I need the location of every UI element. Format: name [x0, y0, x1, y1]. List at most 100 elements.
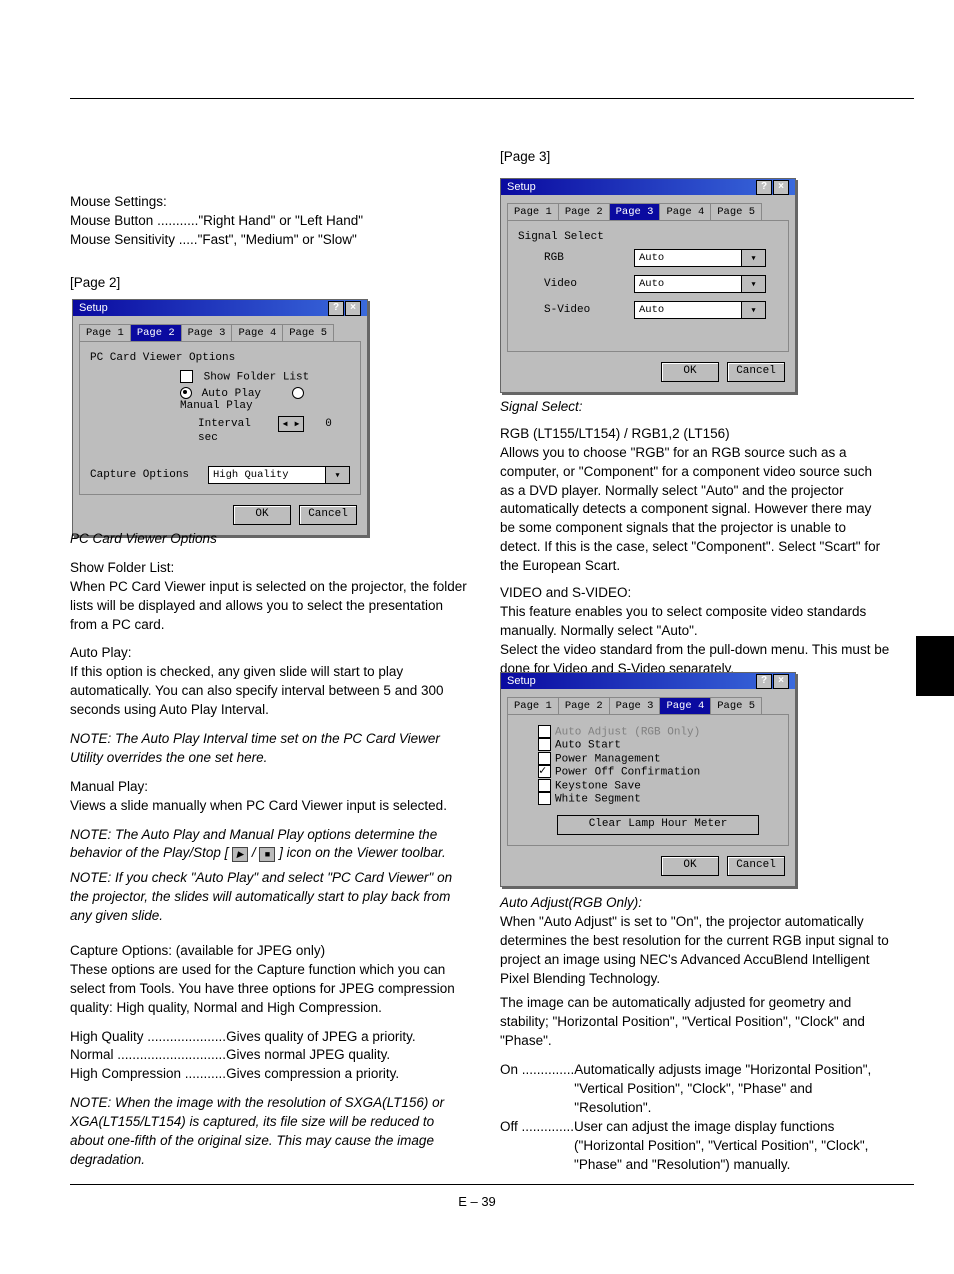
poc-row: Power Off Confirmation — [538, 765, 778, 778]
combo-value: Auto — [635, 252, 741, 264]
help-icon[interactable]: ? — [328, 301, 344, 316]
dropdown-icon: ▾ — [325, 467, 349, 483]
capture-para: These options are used for the Capture f… — [70, 961, 470, 1018]
video-combo[interactable]: Auto ▾ — [634, 275, 766, 293]
def-row: High Compression ........... Gives compr… — [70, 1065, 470, 1084]
auto-adjust-para: When "Auto Adjust" is set to "On", the p… — [500, 913, 890, 989]
checkbox-auto-start[interactable] — [538, 738, 551, 751]
spin-left-icon[interactable]: ◀ — [279, 417, 291, 431]
show-folder-para: When PC Card Viewer input is selected on… — [70, 578, 470, 635]
dropdown-icon: ▾ — [741, 250, 765, 266]
svideo-combo[interactable]: Auto ▾ — [634, 301, 766, 319]
tab-page3[interactable]: Page 3 — [181, 324, 233, 341]
ok-button[interactable]: OK — [233, 505, 291, 525]
dots: ..................... — [144, 1028, 227, 1047]
right-text-aa: Auto Adjust(RGB Only): When "Auto Adjust… — [500, 894, 890, 1174]
ok-button[interactable]: OK — [661, 362, 719, 382]
tab-page5[interactable]: Page 5 — [710, 697, 762, 714]
checkbox-auto-adjust[interactable] — [538, 725, 551, 738]
dots: ........... — [153, 212, 198, 231]
pm-row: Power Management — [538, 752, 778, 765]
cancel-button[interactable]: Cancel — [727, 856, 785, 876]
nm-label: Normal — [70, 1046, 114, 1065]
note-2: NOTE: The Auto Play and Manual Play opti… — [70, 826, 470, 864]
tab-page3[interactable]: Page 3 — [609, 203, 661, 220]
tab-page2[interactable]: Page 2 — [130, 324, 182, 341]
radio-auto-play[interactable] — [180, 387, 192, 399]
nm-val: Gives normal JPEG quality. — [226, 1046, 390, 1065]
tab-page1[interactable]: Page 1 — [79, 324, 131, 341]
auto-adjust-label: Auto Adjust (RGB Only) — [555, 726, 700, 738]
mouse-button-label: Mouse Button — [70, 212, 153, 231]
interval-unit: sec — [198, 432, 218, 444]
def-row: Mouse Button ........... "Right Hand" or… — [70, 212, 470, 231]
tab-page4[interactable]: Page 4 — [659, 203, 711, 220]
auto-adjust-para2: The image can be automatically adjusted … — [500, 994, 890, 1051]
mouse-button-val: "Right Hand" or "Left Hand" — [198, 212, 363, 231]
left-column: Mouse Settings: Mouse Button ...........… — [70, 193, 470, 293]
help-icon[interactable]: ? — [756, 674, 772, 689]
stop-icon: ■ — [259, 847, 275, 862]
note-4: NOTE: When the image with the resolution… — [70, 1094, 470, 1170]
video-label: Video — [544, 278, 634, 290]
tab-page3[interactable]: Page 3 — [609, 697, 661, 714]
dots: ............................. — [114, 1046, 227, 1065]
auto-play-label: Auto Play — [202, 388, 261, 400]
checkbox-white-segment[interactable] — [538, 792, 551, 805]
combo-value: High Quality — [209, 469, 325, 481]
close-icon[interactable]: × — [773, 180, 789, 195]
tabset: Page 1 Page 2 Page 3 Page 4 Page 5 — [501, 689, 795, 714]
dialog-title: Setup — [507, 179, 536, 195]
clear-lamp-button[interactable]: Clear Lamp Hour Meter — [557, 815, 759, 835]
pc-card-options-label: PC Card Viewer Options — [90, 352, 350, 364]
tab-page2[interactable]: Page 2 — [558, 697, 610, 714]
side-tab — [916, 636, 954, 696]
hc-label: High Compression — [70, 1065, 181, 1084]
dropdown-icon: ▾ — [741, 276, 765, 292]
rgb-para: Allows you to choose "RGB" for an RGB so… — [500, 444, 890, 576]
capture-quality-combo[interactable]: High Quality ▾ — [208, 466, 350, 484]
checkbox-keystone-save[interactable] — [538, 779, 551, 792]
close-icon[interactable]: × — [345, 301, 361, 316]
cancel-button[interactable]: Cancel — [299, 505, 357, 525]
on-val: Automatically adjusts image "Horizontal … — [574, 1061, 890, 1118]
cancel-button[interactable]: Cancel — [727, 362, 785, 382]
auto-play-para: If this option is checked, any given sli… — [70, 663, 470, 720]
rgb-label: RGB — [544, 252, 634, 264]
right-column: [Page 3] — [500, 148, 890, 167]
rgb-combo[interactable]: Auto ▾ — [634, 249, 766, 267]
slash: / — [252, 845, 260, 860]
dots: ........... — [181, 1065, 226, 1084]
ks-row: Keystone Save — [538, 779, 778, 792]
close-icon[interactable]: × — [773, 674, 789, 689]
tab-page1[interactable]: Page 1 — [507, 203, 559, 220]
hq-label: High Quality — [70, 1028, 144, 1047]
show-folder-title: Show Folder List: — [70, 559, 470, 578]
ok-button[interactable]: OK — [661, 856, 719, 876]
page3-heading: [Page 3] — [500, 148, 890, 167]
radio-manual-play[interactable] — [292, 387, 304, 399]
help-icon[interactable]: ? — [756, 180, 772, 195]
spin-right-icon[interactable]: ▶ — [291, 417, 303, 431]
combo-value: Auto — [635, 304, 741, 316]
tab-page5[interactable]: Page 5 — [710, 203, 762, 220]
play-icon: ▶ — [232, 847, 248, 862]
tab-page5[interactable]: Page 5 — [282, 324, 334, 341]
mouse-sens-label: Mouse Sensitivity — [70, 231, 175, 250]
panel: PC Card Viewer Options Show Folder List … — [79, 341, 361, 495]
checkbox-power-off-conf[interactable] — [538, 765, 551, 778]
dialog-setup-page2: Setup ? × Page 1 Page 2 Page 3 Page 4 Pa… — [72, 299, 368, 536]
panel: Auto Adjust (RGB Only) Auto Start Power … — [507, 714, 789, 846]
tab-page4[interactable]: Page 4 — [231, 324, 283, 341]
auto-play-title: Auto Play: — [70, 644, 470, 663]
interval-spinner[interactable]: ◀ ▶ — [278, 416, 304, 432]
checkbox-show-folder[interactable] — [180, 370, 193, 383]
show-folder-label: Show Folder List — [204, 371, 310, 383]
left-column-lower: PC Card Viewer Options Show Folder List:… — [70, 530, 470, 1170]
tab-page4[interactable]: Page 4 — [659, 697, 711, 714]
dots: .............. — [518, 1118, 574, 1137]
as-row: Auto Start — [538, 738, 778, 751]
tab-page2[interactable]: Page 2 — [558, 203, 610, 220]
def-row: Mouse Sensitivity ..... "Fast", "Medium"… — [70, 231, 470, 250]
tab-page1[interactable]: Page 1 — [507, 697, 559, 714]
